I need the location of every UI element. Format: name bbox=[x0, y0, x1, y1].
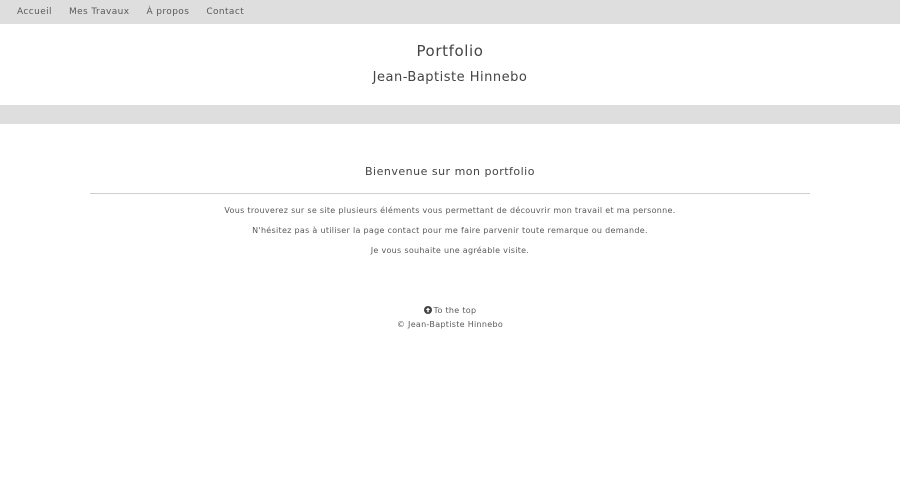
site-subtitle: Jean-Baptiste Hinnebo bbox=[372, 70, 528, 85]
greeting-paragraph: Je vous souhaite une agréable visite. bbox=[370, 246, 530, 255]
contact-paragraph: N'hésitez pas à utiliser la page contact… bbox=[252, 226, 648, 235]
arrow-up-circle-icon bbox=[423, 306, 432, 314]
intro-paragraph: Vous trouverez sur se site plusieurs élé… bbox=[224, 206, 676, 215]
site-title: Portfolio bbox=[416, 42, 484, 60]
nav-link-contact[interactable]: Contact bbox=[206, 7, 244, 17]
divider bbox=[90, 193, 810, 194]
top-nav: Accueil Mes Travaux À propos Contact bbox=[0, 0, 900, 24]
footer: To the top © Jean-Baptiste Hinnebo bbox=[0, 299, 900, 330]
welcome-heading: Bienvenue sur mon portfolio bbox=[365, 165, 535, 178]
nav-link-accueil[interactable]: Accueil bbox=[17, 7, 52, 17]
to-top-label: To the top bbox=[433, 305, 477, 315]
nav-link-mes-travaux[interactable]: Mes Travaux bbox=[69, 7, 130, 17]
main-content: Bienvenue sur mon portfolio Vous trouver… bbox=[90, 124, 810, 256]
to-top-link[interactable]: To the top bbox=[423, 305, 477, 315]
header-band bbox=[0, 105, 900, 124]
nav-link-a-propos[interactable]: À propos bbox=[146, 7, 189, 17]
site-header: Portfolio Jean-Baptiste Hinnebo bbox=[0, 24, 900, 105]
copyright-text: © Jean-Baptiste Hinnebo bbox=[396, 320, 504, 329]
